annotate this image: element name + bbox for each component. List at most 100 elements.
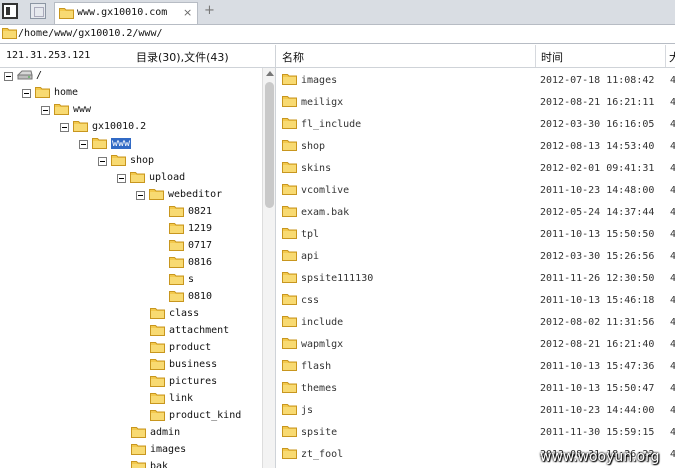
folder-icon	[92, 137, 107, 149]
tree-node-label[interactable]: product_kind	[169, 410, 241, 421]
file-name[interactable]: zt_fool	[301, 449, 343, 460]
column-header-name[interactable]: 名称	[282, 49, 304, 65]
tree-node-label[interactable]: admin	[150, 427, 180, 438]
file-size: 4	[670, 317, 675, 328]
file-name[interactable]: skins	[301, 163, 331, 174]
file-name[interactable]: include	[301, 317, 343, 328]
file-time: 2012-07-18 11:08:42	[540, 75, 655, 86]
column-divider[interactable]	[665, 45, 666, 67]
file-name[interactable]: images	[301, 75, 337, 86]
collapse-icon[interactable]	[41, 106, 50, 115]
tree-node-label[interactable]: business	[169, 359, 217, 370]
tree-node-label[interactable]: 0816	[188, 257, 212, 268]
tab-title: www.gx10010.com	[77, 7, 168, 18]
file-row[interactable]: wapmlgx 2012-08-21 16:21:40 4	[276, 334, 675, 356]
tree-node-label[interactable]: 0717	[188, 240, 212, 251]
file-name[interactable]: vcomlive	[301, 185, 349, 196]
tree-node-label[interactable]: home	[54, 87, 78, 98]
column-divider[interactable]	[535, 45, 536, 67]
collapse-icon[interactable]	[79, 140, 88, 149]
folder-icon	[150, 392, 165, 404]
collapse-icon[interactable]	[136, 191, 145, 200]
file-row[interactable]: meiligx 2012-08-21 16:21:11 4	[276, 92, 675, 114]
file-row[interactable]: spsite 2011-11-30 15:59:15 4	[276, 422, 675, 444]
tree-node-label[interactable]: 0810	[188, 291, 212, 302]
file-name[interactable]: spsite	[301, 427, 337, 438]
file-row[interactable]: vcomlive 2011-10-23 14:48:00 4	[276, 180, 675, 202]
collapse-icon[interactable]	[4, 72, 13, 81]
file-row[interactable]: shop 2012-08-13 14:53:40 4	[276, 136, 675, 158]
tree-scrollbar[interactable]	[262, 68, 276, 468]
tree-node-label[interactable]: link	[169, 393, 193, 404]
tree-node-label[interactable]: product	[169, 342, 211, 353]
tree-node-label[interactable]: attachment	[169, 325, 229, 336]
file-row[interactable]: flash 2011-10-13 15:47:36 4	[276, 356, 675, 378]
folder-icon	[282, 161, 297, 173]
add-tab-button[interactable]: +	[204, 3, 215, 18]
tree-node-label[interactable]: s	[188, 274, 194, 285]
close-icon[interactable]: ×	[183, 6, 192, 19]
tree-node-label[interactable]: shop	[130, 155, 154, 166]
address-path[interactable]: /home/www/gx10010.2/www/	[18, 28, 163, 39]
tree-node-label[interactable]: upload	[149, 172, 185, 183]
column-header-time[interactable]: 时间	[541, 49, 563, 65]
file-row[interactable]: api 2012-03-30 15:26:56 4	[276, 246, 675, 268]
tree-node-label[interactable]: gx10010.2	[92, 121, 146, 132]
tab-site[interactable]: www.gx10010.com ×	[54, 2, 198, 24]
file-name[interactable]: exam.bak	[301, 207, 349, 218]
file-name[interactable]: shop	[301, 141, 325, 152]
tree-node-label[interactable]: www	[73, 104, 91, 115]
tree-node-label-selected[interactable]: www	[111, 138, 132, 149]
file-row[interactable]: fl_include 2012-03-30 16:16:05 4	[276, 114, 675, 136]
file-name[interactable]: meiligx	[301, 97, 343, 108]
server-ip: 121.31.253.121	[6, 50, 91, 61]
file-size: 4	[670, 361, 675, 372]
folder-icon	[150, 358, 165, 370]
folder-icon	[111, 154, 126, 166]
tree-node-label[interactable]: /	[36, 70, 42, 81]
file-row[interactable]: images 2012-07-18 11:08:42 4	[276, 70, 675, 92]
file-name[interactable]: tpl	[301, 229, 319, 240]
tree-node-label[interactable]: webeditor	[168, 189, 222, 200]
file-size: 4	[670, 427, 675, 438]
file-size: 4	[670, 163, 675, 174]
tree-node-label[interactable]: pictures	[169, 376, 217, 387]
collapse-icon[interactable]	[98, 157, 107, 166]
address-bar[interactable]: /home/www/gx10010.2/www/	[0, 25, 675, 44]
file-row[interactable]: include 2012-08-02 11:31:56 4	[276, 312, 675, 334]
file-row[interactable]: css 2011-10-13 15:46:18 4	[276, 290, 675, 312]
file-name[interactable]: api	[301, 251, 319, 262]
file-name[interactable]: js	[301, 405, 313, 416]
collapse-icon[interactable]	[117, 174, 126, 183]
collapse-icon[interactable]	[60, 123, 69, 132]
file-row[interactable]: exam.bak 2012-05-24 14:37:44 4	[276, 202, 675, 224]
file-name[interactable]: wapmlgx	[301, 339, 343, 350]
file-list-header: 名称 时间 大	[276, 45, 675, 68]
collapse-icon[interactable]	[22, 89, 31, 98]
file-name[interactable]: flash	[301, 361, 331, 372]
new-window-button[interactable]	[30, 3, 46, 19]
file-time: 2012-03-30 16:16:05	[540, 119, 655, 130]
column-header-size[interactable]: 大	[669, 49, 675, 65]
file-row[interactable]: tpl 2011-10-13 15:50:50 4	[276, 224, 675, 246]
tree-node-label[interactable]: bak	[150, 461, 168, 468]
file-name[interactable]: fl_include	[301, 119, 361, 130]
scroll-up-icon[interactable]	[266, 71, 274, 76]
panel-toggle-button[interactable]	[2, 3, 18, 19]
drive-icon	[17, 69, 33, 81]
file-row[interactable]: skins 2012-02-01 09:41:31 4	[276, 158, 675, 180]
file-row[interactable]: spsite111130 2011-11-26 12:30:50 4	[276, 268, 675, 290]
file-name[interactable]: css	[301, 295, 319, 306]
tree-node-label[interactable]: 0821	[188, 206, 212, 217]
file-row[interactable]: js 2011-10-23 14:44:00 4	[276, 400, 675, 422]
file-name[interactable]: spsite111130	[301, 273, 373, 284]
tree-node-label[interactable]: class	[169, 308, 199, 319]
folder-icon	[149, 188, 164, 200]
tree-node-label[interactable]: images	[150, 444, 186, 455]
file-name[interactable]: themes	[301, 383, 337, 394]
scrollbar-thumb[interactable]	[265, 82, 274, 208]
folder-icon	[169, 273, 184, 285]
tree-node-label[interactable]: 1219	[188, 223, 212, 234]
file-row[interactable]: themes 2011-10-13 15:50:47 4	[276, 378, 675, 400]
file-time: 2011-10-13 15:47:36	[540, 361, 655, 372]
